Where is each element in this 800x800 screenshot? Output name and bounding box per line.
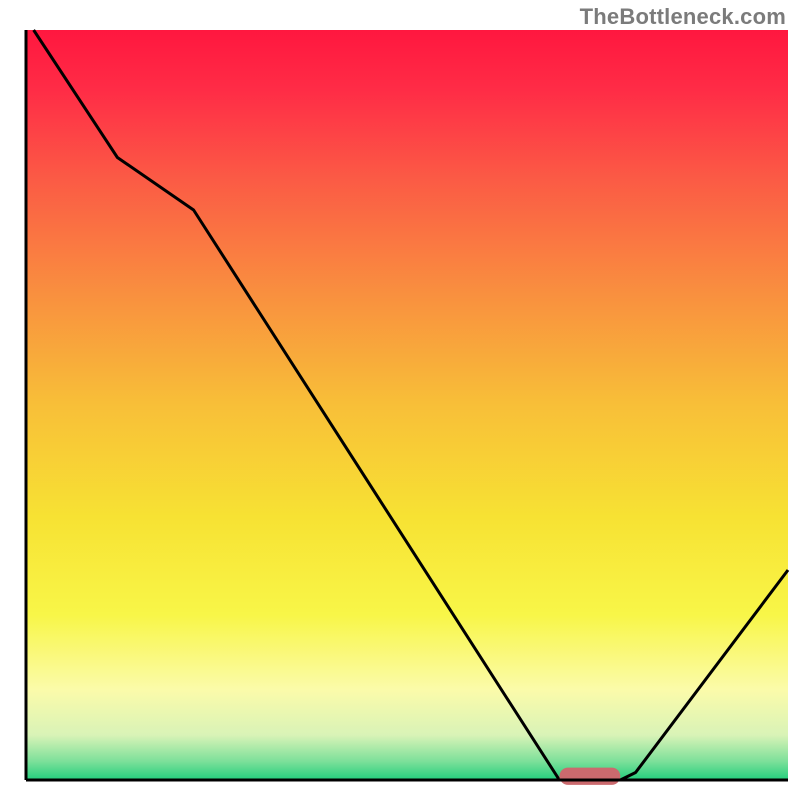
bottleneck-chart [0,0,800,800]
optimal-marker [559,768,620,785]
chart-container: TheBottleneck.com [0,0,800,800]
gradient-background [26,30,788,780]
